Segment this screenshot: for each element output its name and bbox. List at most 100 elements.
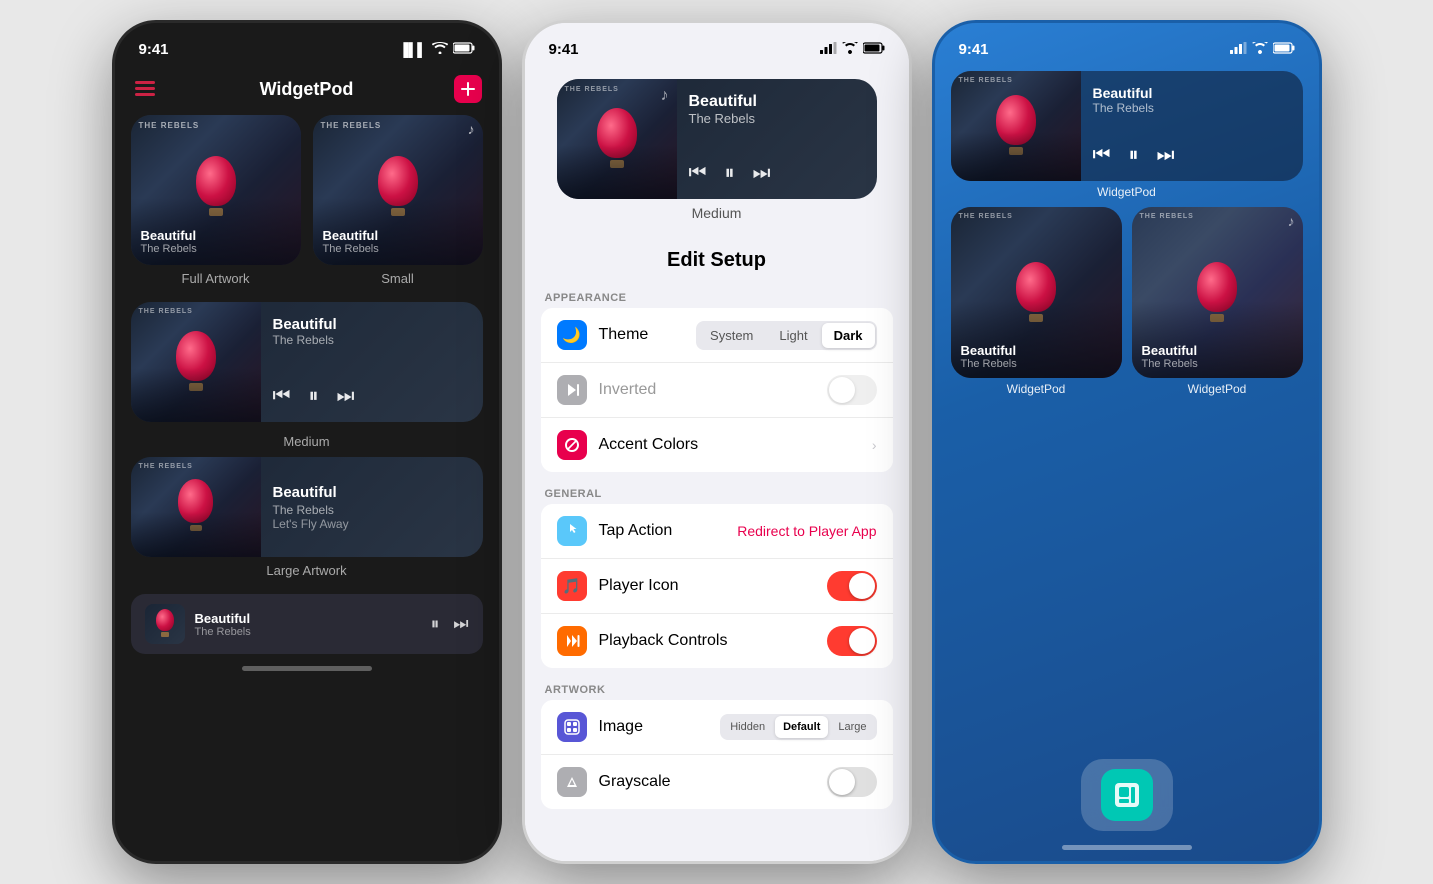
widget-full-artwork[interactable]: THE REBELS Beautiful The Rebels Full Art…	[131, 115, 301, 290]
battery-icon-2	[863, 42, 885, 57]
tap-action-icon	[557, 516, 587, 546]
image-hidden[interactable]: Hidden	[722, 716, 773, 738]
player-icon-label: Player Icon	[599, 577, 827, 595]
tap-action-value: Redirect to Player App	[737, 523, 876, 539]
mini-info-1: Beautiful The Rebels	[195, 611, 421, 638]
appearance-group: 🌙 Theme System Light Dark	[541, 308, 893, 472]
wifi-icon-2	[842, 42, 858, 57]
bs1-title: Beautiful	[961, 343, 1017, 358]
inverted-row[interactable]: Inverted	[541, 363, 893, 418]
image-label: Image	[599, 718, 721, 736]
theme-label: Theme	[599, 326, 697, 344]
accent-colors-label: Accent Colors	[599, 436, 868, 454]
large-label-1: Large Artwork	[115, 563, 499, 582]
blue-medium-widget[interactable]: THE REBELS Beautiful The Rebels ⏮ ⏸	[951, 71, 1303, 199]
grayscale-icon	[557, 767, 587, 797]
playback-controls-label: Playback Controls	[599, 632, 827, 650]
theme-row[interactable]: 🌙 Theme System Light Dark	[541, 308, 893, 363]
bs2-title: Beautiful	[1142, 343, 1198, 358]
mini-artwork-1	[145, 604, 185, 644]
inverted-label: Inverted	[599, 381, 827, 399]
large-title-1: Beautiful	[273, 484, 471, 501]
status-time-3: 9:41	[959, 41, 989, 58]
battery-icon-1	[453, 42, 475, 57]
mini-pause-1[interactable]: ⏸	[431, 614, 440, 634]
tap-action-row[interactable]: Tap Action Redirect to Player App	[541, 504, 893, 559]
blue-small-widget-1[interactable]: THE REBELS Beautiful The Rebels WidgetPo…	[951, 207, 1122, 396]
medium-label-1: Medium	[115, 434, 499, 453]
signal-icon-3	[1230, 42, 1247, 57]
general-header: GENERAL	[525, 480, 909, 504]
settings-container[interactable]: APPEARANCE 🌙 Theme System Light Dark	[525, 284, 909, 864]
widget2-label: Small	[313, 271, 483, 290]
mini-next-1[interactable]: ⏭	[453, 614, 468, 634]
status-bar-3: 9:41	[935, 23, 1319, 67]
image-large[interactable]: Large	[830, 716, 874, 738]
bs1-subtitle: The Rebels	[961, 358, 1017, 370]
phone-blue: 9:41	[932, 20, 1322, 864]
widget1-title: Beautiful	[141, 228, 197, 243]
medium-subtitle-1: The Rebels	[273, 333, 471, 347]
playback-controls-toggle[interactable]	[827, 626, 877, 656]
menu-icon[interactable]	[131, 75, 159, 103]
preview-subtitle: The Rebels	[689, 111, 865, 126]
preview-widget[interactable]: THE REBELS ♪ Beautiful The Rebels ⏮	[557, 79, 877, 199]
accent-colors-row[interactable]: Accent Colors ›	[541, 418, 893, 472]
preview-next[interactable]: ⏭	[753, 162, 771, 185]
blue-med-art-label: THE REBELS	[959, 77, 1013, 84]
dock	[1081, 759, 1173, 831]
blue-pause[interactable]: ⏸	[1129, 144, 1139, 167]
grayscale-row[interactable]: Grayscale	[541, 755, 893, 809]
bs2-subtitle: The Rebels	[1142, 358, 1198, 370]
player-icon-toggle[interactable]	[827, 571, 877, 601]
image-default[interactable]: Default	[775, 716, 828, 738]
inverted-toggle[interactable]	[827, 375, 877, 405]
playback-controls-1: ⏮ ⏸ ⏭	[273, 385, 471, 408]
playback-controls-row[interactable]: Playback Controls	[541, 614, 893, 668]
widget1-label: Full Artwork	[131, 271, 301, 290]
theme-light[interactable]: Light	[767, 323, 819, 348]
wifi-icon-1	[432, 42, 448, 57]
image-segmented[interactable]: Hidden Default Large	[720, 714, 876, 740]
large-widget-1[interactable]: THE REBELS Beautiful The Rebels Let's Fl…	[115, 457, 499, 582]
signal-icon-2	[820, 42, 837, 57]
bs2-art-label: THE REBELS	[1140, 213, 1194, 220]
playback-icon	[557, 626, 587, 656]
medium-widget-1[interactable]: THE REBELS Beautiful The Rebels ⏮ ⏸ ⏭	[115, 302, 499, 453]
inverted-icon	[557, 375, 587, 405]
widget2-subtitle: The Rebels	[323, 243, 379, 255]
pause-button-1[interactable]: ⏸	[309, 385, 319, 408]
image-row[interactable]: Image Hidden Default Large	[541, 700, 893, 755]
blue-prev[interactable]: ⏮	[1093, 144, 1111, 167]
dock-area	[1081, 759, 1173, 831]
blue-next[interactable]: ⏭	[1157, 144, 1175, 167]
preview-note-icon: ♪	[661, 87, 669, 105]
widget2-title: Beautiful	[323, 228, 379, 243]
widget-small[interactable]: THE REBELS ♪ Beautiful The Rebels	[313, 115, 483, 290]
player-icon-row[interactable]: 🎵 Player Icon	[541, 559, 893, 614]
blue-medium-label: WidgetPod	[951, 185, 1303, 199]
bs2-label: WidgetPod	[1132, 382, 1303, 396]
grayscale-toggle[interactable]	[827, 767, 877, 797]
large-subtitle-1: The Rebels	[273, 503, 471, 517]
prev-button-1[interactable]: ⏮	[273, 385, 291, 408]
mini-subtitle-1: The Rebels	[195, 626, 421, 638]
blue-small-widget-2[interactable]: THE REBELS ♪ Beautiful The Rebels Wid	[1132, 207, 1303, 396]
mini-title-1: Beautiful	[195, 611, 421, 626]
preview-prev[interactable]: ⏮	[689, 162, 707, 185]
theme-system[interactable]: System	[698, 323, 765, 348]
dock-icon[interactable]	[1101, 769, 1153, 821]
mini-player-1[interactable]: Beautiful The Rebels ⏸ ⏭	[131, 594, 483, 654]
theme-dark[interactable]: Dark	[822, 323, 875, 348]
preview-controls: ⏮ ⏸ ⏭	[689, 162, 865, 185]
add-button-1[interactable]	[454, 75, 482, 103]
status-icons-2	[820, 42, 885, 57]
theme-segmented[interactable]: System Light Dark	[696, 321, 876, 350]
preview-pause[interactable]: ⏸	[725, 162, 735, 185]
theme-icon: 🌙	[557, 320, 587, 350]
signal-icon-1: ▐▌▌	[399, 42, 427, 57]
large-subtitle2-1: Let's Fly Away	[273, 517, 471, 531]
artwork-group: Image Hidden Default Large Grayscale	[541, 700, 893, 809]
bs1-art-label: THE REBELS	[959, 213, 1013, 220]
next-button-1[interactable]: ⏭	[337, 385, 355, 408]
